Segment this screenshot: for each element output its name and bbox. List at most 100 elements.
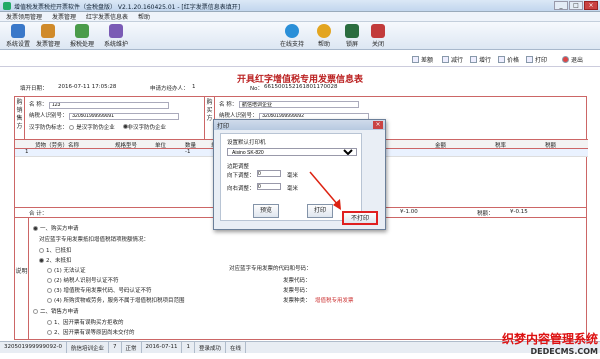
margin-label: 边距调整 <box>227 164 250 170</box>
printer-label: 设置默认打印机 <box>227 140 266 146</box>
preview-button[interactable]: 预览 <box>253 204 279 218</box>
lock-screen-button[interactable]: 锁屏 <box>338 24 366 48</box>
menu-item[interactable]: 发票领用管理 <box>6 12 42 21</box>
status-online: 在线 <box>226 342 247 353</box>
app-icon <box>3 2 11 10</box>
anti-fake-no-radio[interactable]: 非汉字防伪企业 <box>122 124 166 131</box>
lock-icon <box>345 24 359 38</box>
reason-3-radio[interactable]: (3) 增值税专用发票代码、号码认证不符 <box>47 286 152 294</box>
invoice-type-value: 增值税专用发票 <box>315 298 354 304</box>
notes-side-label: 说明 <box>15 218 29 340</box>
menu-item[interactable]: 帮助 <box>138 12 150 21</box>
close-icon <box>371 24 385 38</box>
invoice-icon <box>41 24 55 38</box>
number-label: No： <box>250 86 263 92</box>
not-deducted-radio[interactable]: 2、未抵扣 <box>39 256 72 264</box>
maintenance-icon <box>109 24 123 38</box>
status-tax-id: 320501999999092-0 <box>0 342 67 353</box>
print-dialog: 打印 × 设置默认打印机 Aisino SK-820 边距调整 向下调整： 毫米… <box>213 119 386 230</box>
status-company: 航信培训企业 <box>67 342 109 353</box>
system-settings-button[interactable]: 系统设置 <box>4 24 32 48</box>
buyer-name-input[interactable] <box>49 101 169 109</box>
settings-icon <box>11 24 25 38</box>
tax-amount: ¥-0.15 <box>510 209 528 215</box>
buyer-apply-radio[interactable]: 一、购买方申请 <box>33 224 79 232</box>
price-button[interactable]: 价格 <box>498 54 519 64</box>
invoice-management-button[interactable]: 发票管理 <box>34 24 62 48</box>
remove-row-button[interactable]: 减行 <box>442 54 463 64</box>
down-offset-label: 向下调整： <box>227 173 255 179</box>
help-button[interactable]: 帮助 <box>310 24 338 48</box>
printer-select[interactable]: Aisino SK-820 <box>227 148 357 156</box>
minimize-button[interactable]: _ <box>554 1 568 10</box>
seller-apply-radio[interactable]: 二、销售方申请 <box>33 307 79 315</box>
seller-reason-2-radio[interactable]: 2、因开票有误等原因尚未交付的 <box>47 328 135 336</box>
date-value: 2016-07-11 17:05:28 <box>58 84 117 90</box>
dialog-body: 设置默认打印机 Aisino SK-820 边距调整 向下调整： 毫米 向右调整… <box>220 133 362 221</box>
seller-name-input[interactable] <box>239 101 359 108</box>
dialog-close-button[interactable]: × <box>373 121 383 129</box>
total-amount: ¥-1.00 <box>400 209 418 215</box>
notes-section: 说明 一、购买方申请 对应蓝字专用发票抵扣增值税销项税额情况： 1、已抵扣 2、… <box>14 218 587 340</box>
add-row-button[interactable]: 增行 <box>470 54 491 64</box>
note-text: 对应蓝字专用发票的代码和号码： <box>229 266 312 272</box>
reason-4-radio[interactable]: (4) 所购货物或劳务，服务不属于增值税扣税项目范围 <box>47 296 185 304</box>
status-login: 登录成功 <box>195 342 226 353</box>
invoice-type-label: 发票种类： <box>283 298 311 304</box>
status-user: 1 <box>182 342 195 353</box>
price-icon <box>498 55 505 63</box>
status-state: 正常 <box>122 342 142 353</box>
down-offset-input[interactable] <box>257 170 281 177</box>
online-support-button[interactable]: 在线支持 <box>278 24 306 48</box>
note-text: 对应蓝字专用发票抵扣增值税销项税额情况： <box>39 237 150 243</box>
applicant-value: 1 <box>192 84 196 90</box>
watermark: 织梦内容管理系统 DEDECMS.COM <box>501 332 598 356</box>
seller-reason-1-radio[interactable]: 1、因开票有误购买方拒收的 <box>47 318 124 326</box>
main-toolbar: 系统设置 发票管理 报税处理 系统维护 在线支持 帮助 锁屏 关闭 <box>0 22 600 50</box>
form-meta: 填开日期： 2016-07-11 17:05:28 申请方经办人： 1 No： … <box>0 84 600 94</box>
anti-fake-yes-radio[interactable]: 是汉字防伪企业 <box>69 125 115 131</box>
total-label: 合 计： <box>29 211 48 217</box>
system-maintenance-button[interactable]: 系统维护 <box>102 24 130 48</box>
menu-item[interactable]: 发票管理 <box>52 12 76 21</box>
dialog-title: 打印 <box>214 120 385 130</box>
form-toolbar: 差额 减行 增行 价格 打印 退出 <box>0 51 600 67</box>
reason-2-radio[interactable]: (2) 纳税人识别号认证不符 <box>47 276 119 284</box>
close-window-button[interactable]: × <box>584 1 598 10</box>
applicant-label: 申请方经办人： <box>150 86 189 92</box>
menu-item[interactable]: 红字发票信息表 <box>86 12 128 21</box>
status-date: 2016-07-11 <box>142 342 183 353</box>
minus-icon <box>442 55 449 63</box>
tax-report-button[interactable]: 报税处理 <box>68 24 96 48</box>
window-title: 增值税发票税控开票软件（金税盘版） V2.1.20.160425.01 - [红… <box>14 4 241 11</box>
buyer-side-label: 购销售方 <box>15 97 25 139</box>
number-value: 661500152161801170028 <box>264 84 338 90</box>
close-button[interactable]: 关闭 <box>364 24 392 48</box>
invoice-code-label: 发票代码： <box>283 278 311 284</box>
invoice-number-label: 发票号码： <box>283 288 311 294</box>
print-icon <box>526 55 533 63</box>
tax-label: 税额： <box>477 211 494 217</box>
window-titlebar: 增值税发票税控开票软件（金税盘版） V2.1.20.160425.01 - [红… <box>0 0 600 12</box>
down-unit: 毫米 <box>287 173 299 179</box>
menu-bar: 发票领用管理 发票管理 红字发票信息表 帮助 <box>0 12 600 22</box>
reason-1-radio[interactable]: (1) 无法认证 <box>47 266 86 274</box>
right-offset-label: 向右调整： <box>227 186 255 192</box>
exit-icon <box>562 55 569 63</box>
print-confirm-button[interactable]: 打印 <box>307 204 333 218</box>
buyer-section: 购销售方 名 称： 纳税人识别号： 汉字防伪标志： 是汉字防伪企业 非汉字防伪企… <box>15 97 205 139</box>
support-icon <box>285 24 299 38</box>
diff-icon <box>412 55 419 63</box>
right-offset-input[interactable] <box>257 183 281 190</box>
buyer-tax-id-input[interactable] <box>69 112 180 120</box>
maximize-button[interactable]: □ <box>569 1 583 10</box>
right-unit: 毫米 <box>287 186 299 192</box>
help-icon <box>317 24 331 38</box>
report-icon <box>75 24 89 38</box>
exit-button[interactable]: 退出 <box>562 54 583 64</box>
plus-icon <box>470 55 477 63</box>
no-print-button[interactable]: 不打印 <box>342 211 378 225</box>
diff-button[interactable]: 差额 <box>412 54 433 64</box>
deducted-radio[interactable]: 1、已抵扣 <box>39 246 72 254</box>
print-button[interactable]: 打印 <box>526 54 547 64</box>
